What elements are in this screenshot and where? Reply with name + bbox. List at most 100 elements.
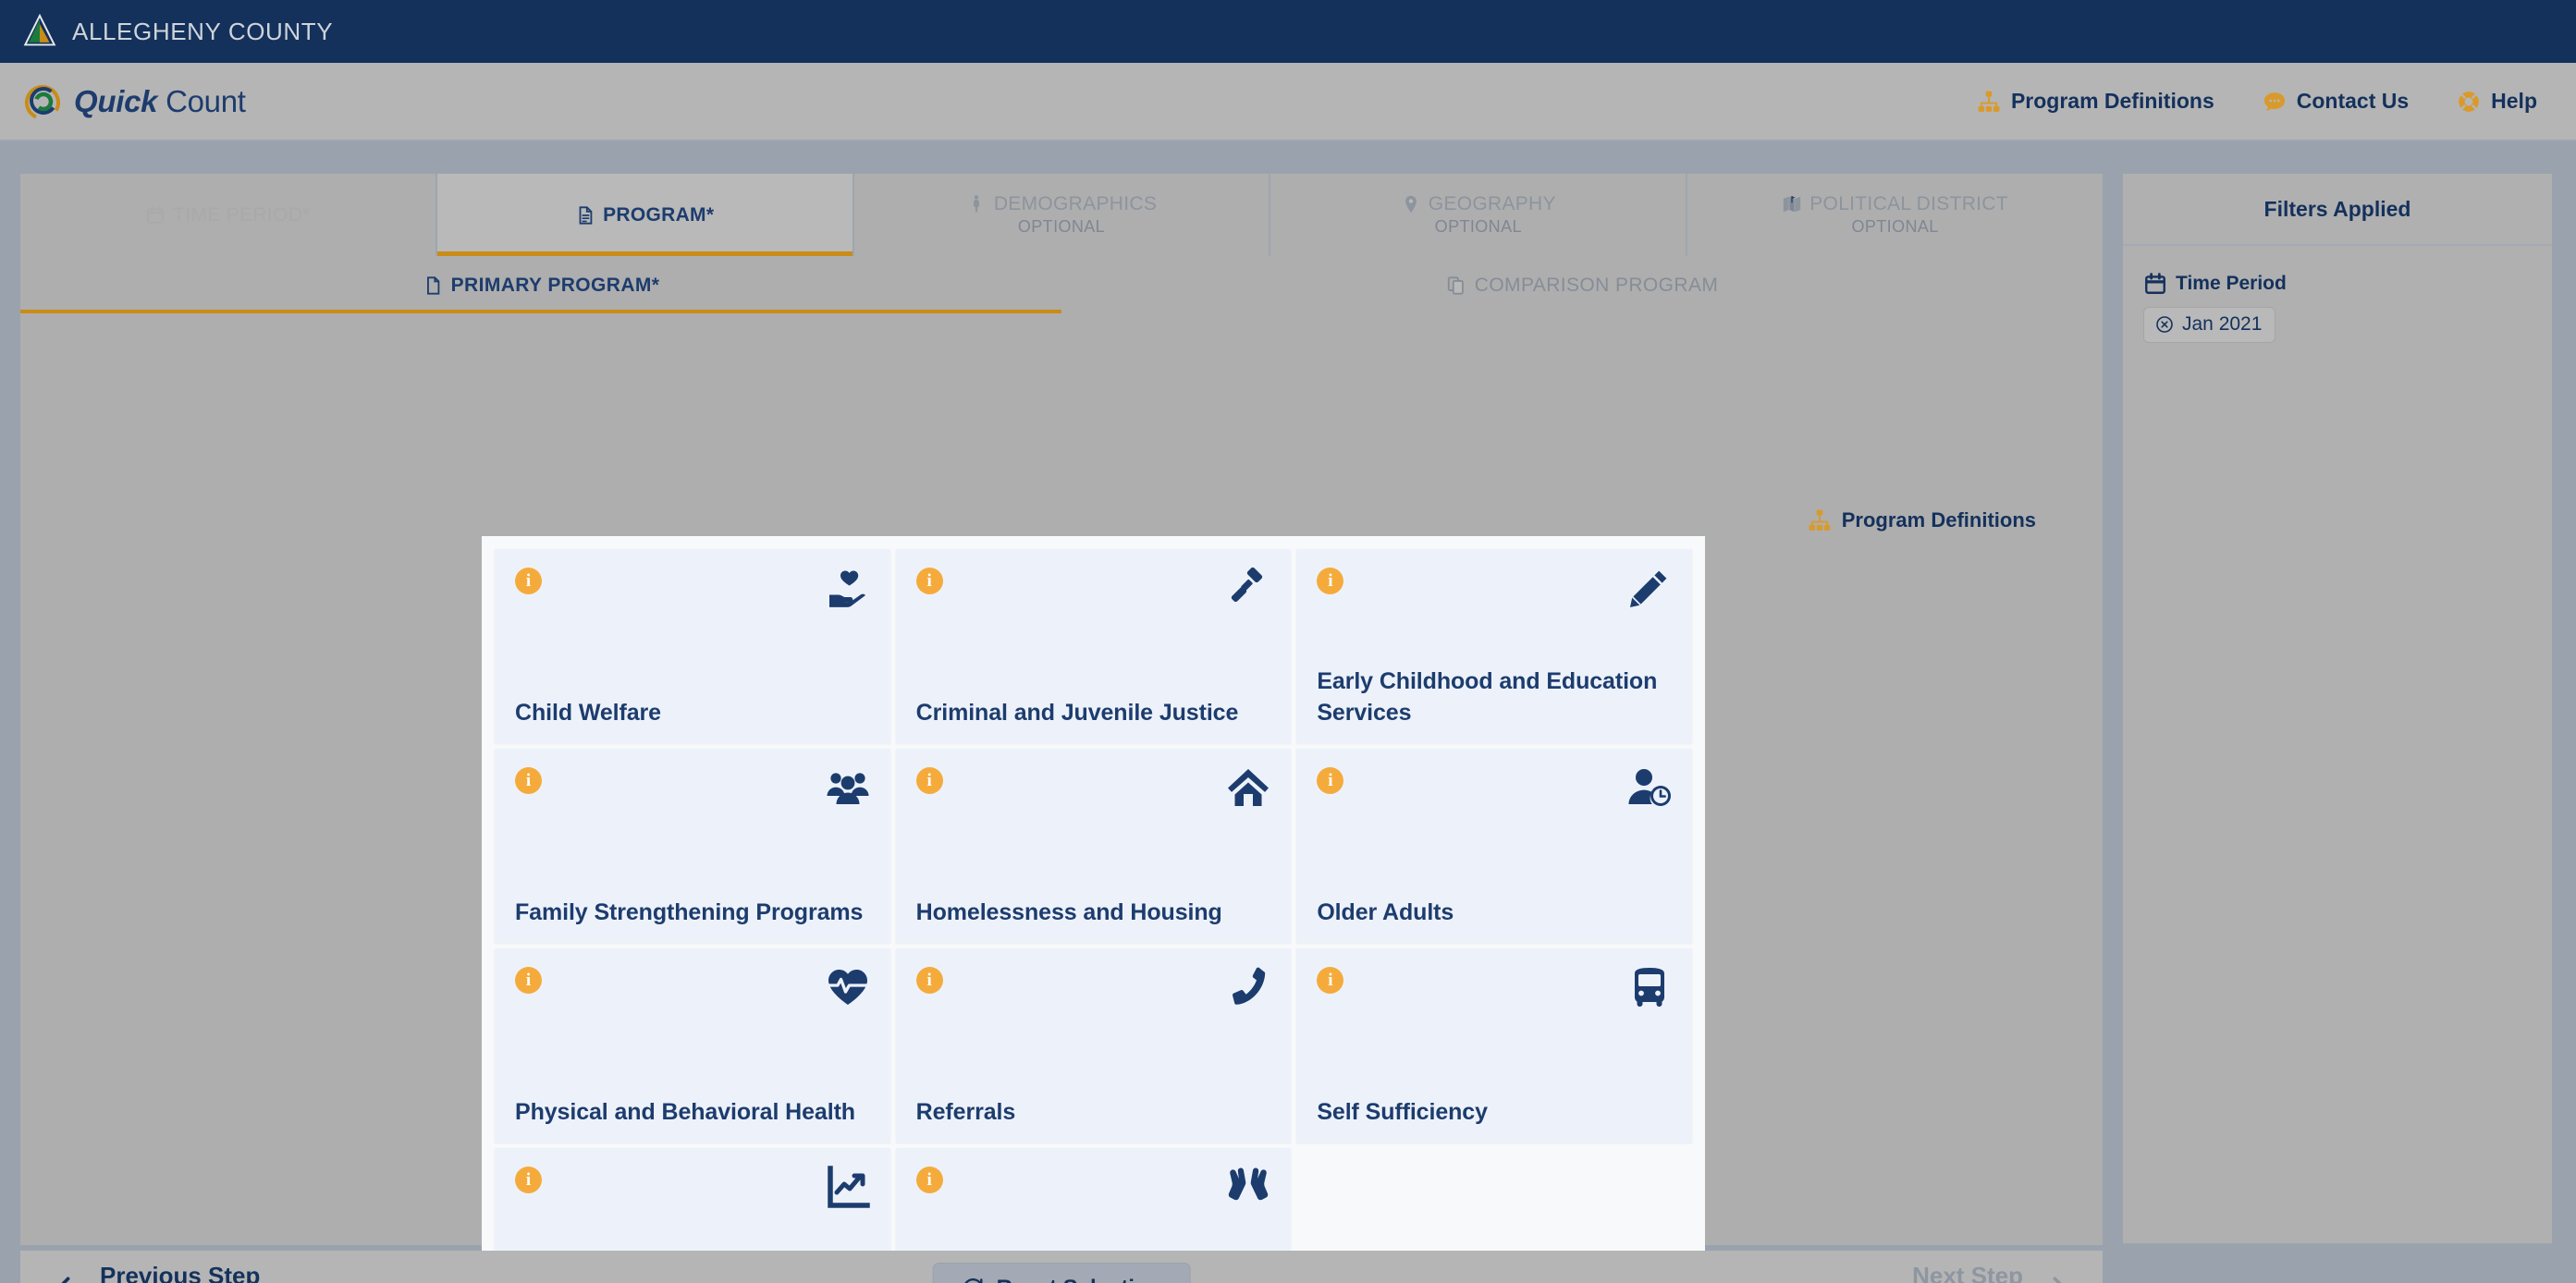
allegheny-triangle-logo bbox=[23, 13, 56, 46]
step-tab-demographics-sub: OPTIONAL bbox=[1017, 217, 1106, 236]
step-tab-geography[interactable]: GEOGRAPHY OPTIONAL bbox=[1270, 174, 1688, 256]
previous-step-button[interactable]: Previous Step Time Period bbox=[54, 1263, 260, 1283]
sitemap-icon bbox=[1978, 91, 2000, 112]
pencil-icon bbox=[1629, 570, 1667, 607]
step-tabs: TIME PERIOD* PROGRAM* DEMOGRAPHICS OPTIO… bbox=[20, 174, 2103, 256]
brand-name-bold: Quick bbox=[74, 83, 158, 118]
main-content: TIME PERIOD* PROGRAM* DEMOGRAPHICS OPTIO… bbox=[0, 143, 2576, 1283]
program-card-title: Homelessness and Housing bbox=[915, 898, 1222, 925]
nav-help[interactable]: Help bbox=[2457, 89, 2537, 114]
nav-program-definitions[interactable]: Program Definitions bbox=[1977, 89, 2214, 114]
filters-body: Time Period Jan 2021 bbox=[2123, 246, 2552, 343]
wizard-footer: Previous Step Time Period Reset Selectio… bbox=[20, 1251, 2103, 1283]
subtab-primary-program[interactable]: PRIMARY PROGRAM* bbox=[20, 258, 1061, 313]
file-icon bbox=[426, 276, 439, 295]
program-card-homelessness-and-housing[interactable]: i Homelessness and Housing bbox=[895, 749, 1292, 943]
next-step-title: Next Step bbox=[1912, 1262, 2023, 1283]
file-lines-icon bbox=[579, 205, 593, 225]
program-card-title: Criminal and Juvenile Justice bbox=[915, 699, 1239, 726]
info-icon[interactable]: i bbox=[915, 767, 943, 794]
program-card-title: Child Welfare bbox=[515, 699, 661, 726]
reset-selection-button[interactable]: Reset Selection bbox=[932, 1263, 1191, 1283]
filter-group-time-period: Time Period bbox=[2143, 272, 2532, 296]
nav-program-definitions-label: Program Definitions bbox=[2010, 89, 2214, 113]
program-definitions-link[interactable]: Program Definitions bbox=[1808, 508, 2036, 532]
program-card-older-adults[interactable]: i Older Adults bbox=[1296, 749, 1692, 943]
workspace-panel: TIME PERIOD* PROGRAM* DEMOGRAPHICS OPTIO… bbox=[20, 174, 2103, 1283]
program-card-self-sufficiency[interactable]: i Self Sufficiency bbox=[1296, 948, 1692, 1142]
calendar-icon bbox=[147, 205, 164, 224]
program-card-grid: i Child Welfare i Criminal and Juvenile … bbox=[495, 549, 1692, 1283]
brand-name-light: Count bbox=[157, 83, 246, 118]
subtab-comparison-program-label: COMPARISON PROGRAM bbox=[1474, 275, 1719, 296]
program-card-child-welfare[interactable]: i Child Welfare bbox=[495, 549, 890, 743]
nav-contact-us[interactable]: Contact Us bbox=[2263, 89, 2409, 114]
circle-x-icon[interactable] bbox=[2155, 315, 2174, 334]
info-icon[interactable]: i bbox=[1317, 568, 1344, 594]
hands-helping-icon bbox=[1229, 1167, 1269, 1201]
step-tab-political-district-label: POLITICAL DISTRICT bbox=[1809, 193, 2008, 214]
heart-pulse-icon bbox=[827, 970, 869, 1005]
info-icon[interactable]: i bbox=[1317, 767, 1344, 794]
brand-name: Quick Count bbox=[74, 84, 246, 119]
program-definitions-link-label: Program Definitions bbox=[1841, 508, 2036, 532]
filters-title: Filters Applied bbox=[2123, 174, 2552, 246]
house-icon bbox=[1228, 769, 1270, 806]
step-tab-program-label: PROGRAM* bbox=[603, 203, 715, 226]
subtab-primary-program-label: PRIMARY PROGRAM* bbox=[450, 275, 660, 296]
program-card-title: Self Sufficiency bbox=[1317, 1098, 1488, 1125]
calendar-icon bbox=[2145, 273, 2165, 294]
nav-contact-us-label: Contact Us bbox=[2296, 89, 2410, 113]
arrow-left-icon bbox=[61, 1277, 70, 1283]
program-card-physical-and-behavioral-health[interactable]: i Physical and Behavioral Health bbox=[495, 948, 890, 1142]
filter-chip-label: Jan 2021 bbox=[2182, 313, 2263, 335]
program-card-title: Early Childhood and Education Services bbox=[1317, 667, 1658, 726]
program-subtabs: PRIMARY PROGRAM* COMPARISON PROGRAM bbox=[20, 258, 2103, 313]
user-group-icon bbox=[827, 773, 869, 804]
county-header-bar: ALLEGHENY COUNTY bbox=[0, 0, 2576, 63]
info-icon[interactable]: i bbox=[515, 767, 542, 794]
arrow-right-icon bbox=[2053, 1277, 2062, 1283]
map-pin-icon bbox=[1405, 195, 1417, 214]
info-icon[interactable]: i bbox=[1317, 967, 1344, 994]
brand-bar: Quick Count Program Definitions Contact … bbox=[0, 63, 2576, 141]
hand-holding-heart-icon bbox=[828, 570, 865, 607]
step-tab-political-district-sub: OPTIONAL bbox=[1851, 217, 1939, 236]
brand-logo-group[interactable]: Quick Count bbox=[0, 79, 246, 124]
filters-sidebar: Filters Applied Time Period Jan 2021 bbox=[2123, 174, 2552, 1243]
filter-group-label: Time Period bbox=[2176, 273, 2287, 294]
step-tab-program[interactable]: PROGRAM* bbox=[436, 174, 854, 256]
filter-chip-jan-2021[interactable]: Jan 2021 bbox=[2143, 307, 2276, 343]
step-tab-demographics[interactable]: DEMOGRAPHICS OPTIONAL bbox=[854, 174, 1271, 256]
info-icon[interactable]: i bbox=[915, 1167, 943, 1193]
chart-line-up-icon bbox=[827, 1166, 870, 1208]
life-ring-icon bbox=[2459, 91, 2479, 112]
step-tab-geography-sub: OPTIONAL bbox=[1434, 217, 1522, 236]
bus-icon bbox=[1634, 968, 1664, 1007]
previous-step-title: Previous Step bbox=[100, 1262, 261, 1283]
user-clock-icon bbox=[1628, 769, 1671, 806]
brand-nav: Program Definitions Contact Us Help bbox=[1977, 89, 2576, 114]
reset-selection-label: Reset Selection bbox=[997, 1276, 1162, 1283]
info-icon[interactable]: i bbox=[515, 967, 542, 994]
quick-count-circle-logo bbox=[25, 84, 60, 120]
step-tab-time-period[interactable]: TIME PERIOD* bbox=[20, 174, 437, 256]
step-tab-geography-label: GEOGRAPHY bbox=[1428, 193, 1556, 214]
quick-count-app: ALLEGHENY COUNTY Quick Count Program Def… bbox=[0, 0, 2576, 1283]
subtab-comparison-program[interactable]: COMPARISON PROGRAM bbox=[1061, 258, 2103, 313]
phone-icon bbox=[1233, 967, 1266, 1005]
info-icon[interactable]: i bbox=[915, 568, 943, 594]
step-tab-demographics-label: DEMOGRAPHICS bbox=[993, 193, 1158, 214]
program-card-title: Referrals bbox=[915, 1098, 1016, 1125]
info-icon[interactable]: i bbox=[915, 967, 943, 994]
next-step-button[interactable]: Next Step Demographics bbox=[1898, 1263, 2069, 1283]
nav-help-label: Help bbox=[2491, 89, 2537, 113]
program-card-family-strengthening-programs[interactable]: i Family Strengthening Programs bbox=[495, 749, 890, 943]
info-icon[interactable]: i bbox=[515, 1167, 542, 1193]
person-icon bbox=[973, 195, 979, 213]
info-icon[interactable]: i bbox=[515, 568, 542, 594]
program-card-referrals[interactable]: i Referrals bbox=[895, 948, 1292, 1142]
step-tab-political-district[interactable]: POLITICAL DISTRICT OPTIONAL bbox=[1687, 174, 2103, 256]
program-card-criminal-and-juvenile-justice[interactable]: i Criminal and Juvenile Justice bbox=[895, 549, 1292, 743]
program-card-early-childhood-and-education-services[interactable]: i Early Childhood and Education Services bbox=[1296, 549, 1692, 743]
